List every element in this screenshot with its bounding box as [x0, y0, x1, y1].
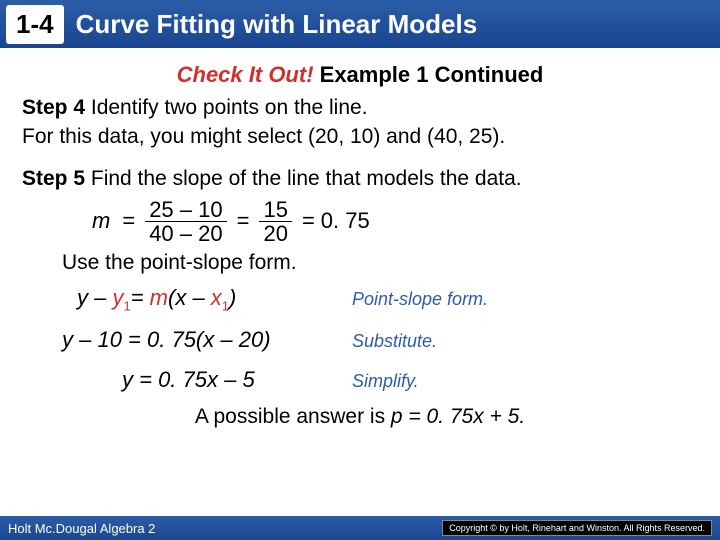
check-it-out-label: Check It Out! [177, 62, 314, 87]
slope-equation: m = 25 – 10 40 – 20 = 15 20 = 0. 75 [92, 198, 698, 245]
use-point-slope: Use the point-slope form. [62, 251, 698, 275]
step4-line1: Step 4 Identify two points on the line. [22, 94, 698, 121]
slide-footer: Holt Mc.Dougal Algebra 2 Copyright © by … [0, 516, 720, 540]
subtitle: Check It Out! Example 1 Continued [22, 62, 698, 88]
eq1-sub2: 1 [222, 298, 229, 313]
equation-row-2: y – 10 = 0. 75(x – 20) Substitute. [22, 327, 698, 353]
eq1-sub1: 1 [123, 298, 130, 313]
slide-header: 1-4 Curve Fitting with Linear Models [0, 0, 720, 48]
step5-line: Step 5 Find the slope of the line that m… [22, 165, 698, 192]
eq1-right: Point-slope form. [352, 289, 488, 310]
eq3-right: Simplify. [352, 371, 419, 392]
slide-content: Check It Out! Example 1 Continued Step 4… [0, 48, 720, 429]
step5-text: Find the slope of the line that models t… [85, 167, 522, 190]
math-eq1: = [122, 208, 135, 234]
math-m: m [92, 208, 110, 234]
answer-eq: p = 0. 75x + 5. [391, 405, 525, 428]
step4-label: Step 4 [22, 96, 85, 119]
num1: 25 – 10 [145, 198, 226, 222]
eq2-right: Substitute. [352, 331, 437, 352]
den1: 40 – 20 [145, 222, 226, 245]
eq1-d: m [150, 285, 168, 310]
math-result: 0. 75 [321, 208, 370, 234]
answer-line: A possible answer is p = 0. 75x + 5. [22, 405, 698, 429]
eq3-left: y = 0. 75x – 5 [22, 367, 352, 393]
eq1-left: y – y1= m(x – x1) [22, 285, 352, 313]
step4-line2: For this data, you might select (20, 10)… [22, 123, 698, 150]
example-label: Example 1 Continued [314, 62, 544, 87]
eq1-g: x [211, 285, 222, 310]
equation-row-3: y = 0. 75x – 5 Simplify. [22, 367, 698, 393]
step5-label: Step 5 [22, 167, 85, 190]
eq1-a: y – [77, 285, 112, 310]
eq1-c: = [131, 285, 150, 310]
fraction-2: 15 20 [259, 198, 291, 245]
num2: 15 [259, 198, 291, 222]
fraction-1: 25 – 10 40 – 20 [145, 198, 226, 245]
lesson-number-badge: 1-4 [6, 5, 64, 44]
math-eq2: = [237, 208, 250, 234]
math-eq3: = [302, 208, 315, 234]
answer-prefix: A possible answer is [195, 405, 391, 428]
footer-copyright: Copyright © by Holt, Rinehart and Winsto… [442, 520, 712, 536]
step4-text: Identify two points on the line. [85, 96, 368, 119]
eq1-f: x – [175, 285, 210, 310]
eq2-left: y – 10 = 0. 75(x – 20) [22, 327, 352, 353]
eq1-h: ) [229, 285, 236, 310]
slide-title: Curve Fitting with Linear Models [76, 9, 478, 40]
eq1-b: y [112, 285, 123, 310]
footer-book: Holt Mc.Dougal Algebra 2 [8, 521, 155, 536]
equation-row-1: y – y1= m(x – x1) Point-slope form. [22, 285, 698, 313]
den2: 20 [259, 222, 291, 245]
